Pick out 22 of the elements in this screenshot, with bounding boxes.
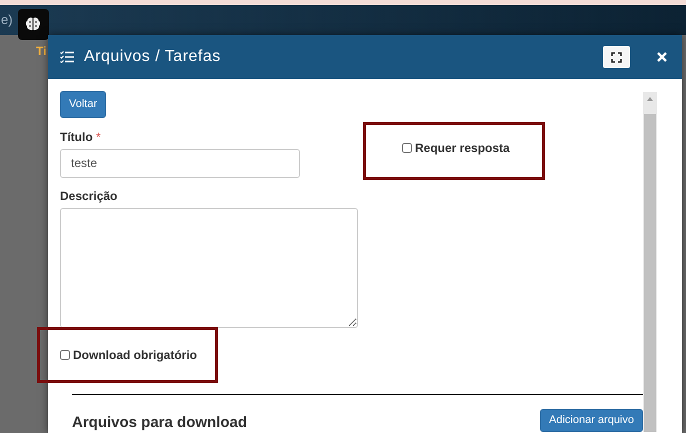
brain-button[interactable] xyxy=(18,8,49,40)
checkbox-label[interactable]: Download obrigatório xyxy=(60,346,197,364)
fullscreen-icon xyxy=(611,52,622,62)
fullscreen-button[interactable] xyxy=(603,46,630,68)
checkbox[interactable] xyxy=(60,350,70,360)
description-field[interactable] xyxy=(60,208,358,328)
close-icon xyxy=(657,52,667,62)
field-label: Título * xyxy=(60,130,102,144)
column-header: Ti xyxy=(36,43,46,60)
header-text: e) xyxy=(1,11,13,30)
add-file-button[interactable]: Adicionar arquivo xyxy=(540,408,643,432)
section-title: Arquivos para download xyxy=(72,414,248,432)
checkbox-label[interactable]: Requer resposta xyxy=(402,138,510,156)
scroll-up-icon[interactable] xyxy=(646,96,654,102)
checkbox[interactable] xyxy=(402,142,412,152)
back-button[interactable]: Voltar xyxy=(60,91,106,118)
field-label: Descrição xyxy=(60,190,118,203)
scrollbar-thumb[interactable] xyxy=(644,114,656,432)
modal-title: Arquivos / Tarefas xyxy=(84,47,221,67)
brain-icon xyxy=(25,17,42,31)
checklist-icon xyxy=(60,51,74,63)
title-field[interactable]: teste xyxy=(60,148,300,178)
